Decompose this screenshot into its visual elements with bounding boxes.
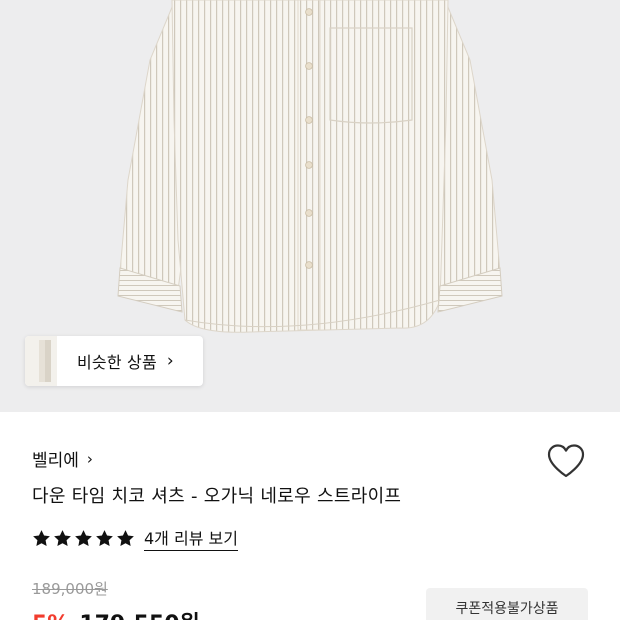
chevron-right-icon: ›: [86, 449, 93, 468]
review-link[interactable]: 4개 리뷰 보기: [144, 525, 238, 551]
coupon-unavailable-badge: 쿠폰적용불가상품: [426, 588, 588, 620]
sale-price-row: 5% 179,550원: [32, 606, 200, 620]
product-image[interactable]: 비슷한 상품 ›: [0, 0, 620, 412]
star-rating: [32, 529, 135, 548]
similar-products-button[interactable]: 비슷한 상품 ›: [25, 336, 203, 386]
original-price: 189,000원: [32, 580, 108, 598]
sale-price: 179,550원: [79, 606, 199, 620]
product-detail-page: 비슷한 상품 › 벨리에 › 다운 타임 치코 셔츠 - 오가닉 네로우 스트라…: [0, 0, 620, 620]
star-icon: [96, 529, 113, 546]
rating-row: 4개 리뷰 보기: [32, 525, 238, 551]
heart-outline-icon[interactable]: [546, 443, 586, 479]
star-icon: [33, 529, 50, 546]
brand-link[interactable]: 벨리에 ›: [32, 446, 93, 472]
brand-name: 벨리에: [32, 451, 79, 471]
star-icon: [117, 529, 134, 546]
similar-product-thumbnail: [25, 336, 57, 386]
discount-rate: 5%: [32, 612, 69, 620]
chevron-right-icon: ›: [166, 351, 174, 371]
product-title: 다운 타임 치코 셔츠 - 오가닉 네로우 스트라이프: [32, 486, 402, 507]
star-icon: [75, 529, 92, 546]
star-icon: [54, 529, 71, 546]
similar-products-label: 비슷한 상품: [77, 353, 157, 372]
